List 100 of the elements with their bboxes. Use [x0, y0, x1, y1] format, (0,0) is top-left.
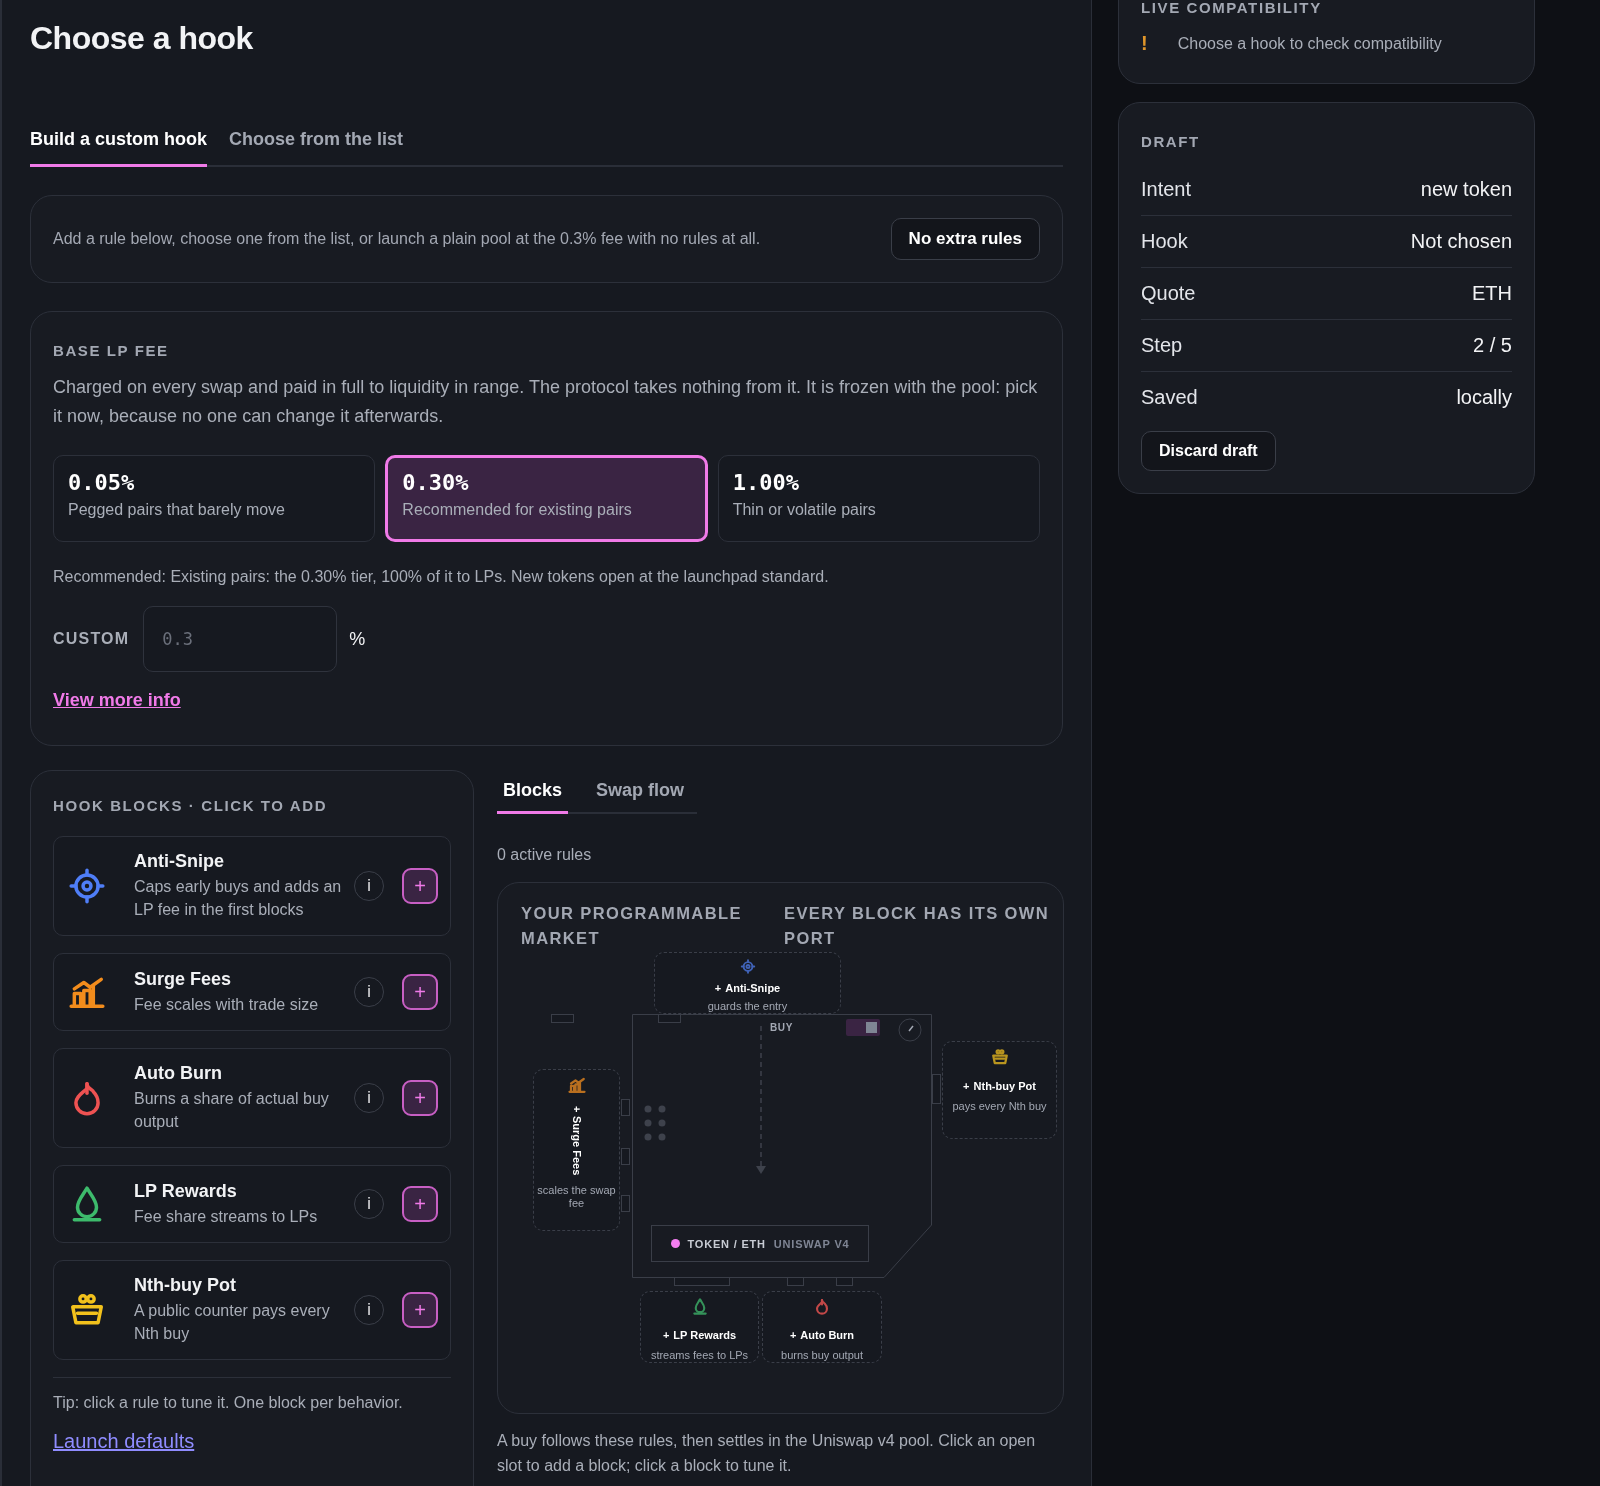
add-button[interactable]: +: [402, 1292, 438, 1328]
custom-label: CUSTOM: [53, 630, 130, 648]
percent-unit: %: [349, 628, 366, 650]
hook-block-card[interactable]: Nth-buy Pot A public counter pays every Nth buy i +: [53, 1260, 451, 1360]
tier-value: 0.30%: [402, 470, 470, 495]
dial-icon: [898, 1018, 922, 1042]
block-title: Auto Burn: [134, 1063, 223, 1084]
tab[interactable]: Blocks: [497, 780, 569, 814]
block-description: Fee share streams to LPs: [134, 1206, 319, 1227]
pool-protocol: UNISWAP V4: [773, 1237, 850, 1250]
slot-title: LP Rewards: [673, 1329, 737, 1341]
plus-sign: +: [714, 982, 722, 994]
tab[interactable]: Build a custom hook: [30, 129, 207, 167]
add-button[interactable]: +: [402, 974, 438, 1010]
port-socket: [836, 1277, 853, 1286]
block-title: LP Rewards: [134, 1180, 238, 1202]
section-heading: LIVE COMPATIBILITY: [1141, 0, 1323, 16]
plus-sign: +: [570, 1106, 583, 1113]
tab[interactable]: Swap flow: [590, 780, 691, 814]
plus-sign: +: [662, 1329, 670, 1341]
custom-fee-field[interactable]: 0.3: [143, 606, 338, 672]
slot-title: Anti-Snipe: [725, 982, 781, 994]
tier-value: 1.00%: [732, 470, 800, 495]
slot-subtitle: guards the entry: [707, 1000, 788, 1013]
hook-block-card[interactable]: Surge Fees Fee scales with trade size i +: [53, 953, 451, 1031]
diagram-caption: A buy follows these rules, then settles in the Uniswap v4 pool. Click an open slot to add a block; click a block to tune it.: [497, 1431, 1037, 1476]
compatibility-message: Choose a hook to check compatibility: [1177, 34, 1442, 53]
diagram-heading: EVERY BLOCK HAS ITS OWN PORT: [784, 903, 1051, 949]
grip-icon: [644, 1105, 668, 1143]
draft-value: Not chosen: [1410, 230, 1512, 253]
slot-title: Surge Fees: [570, 1116, 583, 1176]
launch-defaults-link[interactable]: Launch defaults: [53, 1430, 195, 1453]
discard-draft-button[interactable]: Discard draft: [1141, 431, 1276, 471]
draft-label: Step: [1141, 334, 1183, 357]
diagram-heading: YOUR PROGRAMMABLE MARKET: [521, 903, 743, 949]
port-socket: [932, 1074, 941, 1104]
block-description: A public counter pays every Nth buy: [134, 1301, 331, 1344]
draft-label: Saved: [1141, 386, 1198, 409]
port-socket: [674, 1277, 730, 1286]
plus-sign: +: [789, 1329, 797, 1341]
block-slot[interactable]: + LP Rewards streams fees to LPs: [640, 1291, 759, 1363]
draft-label: Intent: [1141, 178, 1192, 201]
tier-value: 0.05%: [68, 470, 136, 495]
slot-title: Auto Burn: [800, 1329, 855, 1341]
tier-caption: Recommended for existing pairs: [402, 501, 633, 519]
port-socket: [551, 1014, 574, 1023]
draft-label: Hook: [1141, 230, 1188, 253]
toggle-switch[interactable]: [846, 1019, 880, 1036]
draft-label: Quote: [1141, 282, 1196, 305]
block-description: Fee scales with trade size: [134, 994, 320, 1015]
slot-subtitle: burns buy output: [781, 1349, 863, 1362]
block-description: Caps early buys and adds an LP fee in the first blocks: [134, 877, 343, 920]
add-button[interactable]: +: [402, 1080, 438, 1116]
hook-block-card[interactable]: Auto Burn Burns a share of actual buy output i +: [53, 1048, 451, 1148]
slot-subtitle: scales the swap fee: [536, 1183, 617, 1210]
add-button[interactable]: +: [402, 1186, 438, 1222]
draft-value: new token: [1420, 178, 1512, 201]
active-rules-count: 0 active rules: [497, 846, 593, 864]
warning-mark: !: [1141, 32, 1148, 55]
block-slot[interactable]: + Anti-Snipe guards the entry: [654, 952, 841, 1014]
section-heading: HOOK BLOCKS · CLICK TO ADD: [53, 797, 329, 814]
port-socket: [621, 1099, 630, 1116]
add-button[interactable]: +: [402, 868, 438, 904]
hook-block-card[interactable]: LP Rewards Fee share streams to LPs i +: [53, 1165, 451, 1243]
block-title: Anti-Snipe: [134, 851, 225, 872]
tab[interactable]: Choose from the list: [229, 129, 404, 167]
draft-value: ETH: [1472, 282, 1512, 305]
slot-subtitle: streams fees to LPs: [650, 1349, 749, 1362]
slot-subtitle: pays every Nth buy: [952, 1100, 1047, 1113]
port-socket: [621, 1148, 630, 1165]
block-slot[interactable]: + Surge Fees scales the swap fee: [533, 1069, 620, 1231]
recommendation-text: Recommended: Existing pairs: the 0.30% tier, 100% of it to LPs. New tokens open at the launchpad standard.: [53, 568, 830, 586]
block-title: Surge Fees: [134, 968, 233, 990]
section-heading: BASE LP FEE: [53, 342, 170, 359]
block-slot[interactable]: + Nth-buy Pot pays every Nth buy: [942, 1041, 1057, 1139]
tier-caption: Pegged pairs that barely move: [68, 501, 286, 519]
page-title: Choose a hook: [30, 20, 254, 57]
port-socket: [787, 1277, 804, 1286]
tier-caption: Thin or volatile pairs: [732, 501, 877, 519]
pool-pair: TOKEN / ETH: [687, 1237, 766, 1250]
flow-label: BUY: [770, 1022, 793, 1033]
fee-tier-option[interactable]: 0.30% Recommended for existing pairs: [385, 455, 708, 542]
fee-tier-option[interactable]: 1.00% Thin or volatile pairs: [717, 455, 1040, 542]
block-title: Nth-buy Pot: [134, 1275, 237, 1296]
no-extra-rules-button[interactable]: No extra rules: [890, 218, 1040, 260]
view-more-info-link[interactable]: View more info: [53, 690, 181, 711]
slot-title: Nth-buy Pot: [973, 1080, 1036, 1092]
notice-text: Add a rule below, choose one from the list, or launch a plain pool at the 0.3% fee with no rules at all.: [53, 230, 761, 248]
plus-sign: +: [963, 1080, 970, 1092]
port-socket: [658, 1014, 681, 1023]
section-heading: DRAFT: [1141, 133, 1201, 150]
port-socket: [621, 1195, 630, 1212]
fee-description: Charged on every swap and paid in full to liquidity in range. The protocol takes nothing from it. It is frozen with the pool: pick it now, because no one can change it afterwards.: [53, 376, 1039, 428]
tip-text: Tip: click a rule to tune it. One block per behavior.: [53, 1394, 404, 1412]
draft-value: 2 / 5: [1473, 334, 1512, 357]
fee-tier-option[interactable]: 0.05% Pegged pairs that barely move: [53, 455, 376, 542]
draft-value: locally: [1456, 386, 1512, 409]
block-slot[interactable]: + Auto Burn burns buy output: [762, 1291, 882, 1363]
hook-block-card[interactable]: Anti-Snipe Caps early buys and adds an LP fee in the first blocks i +: [53, 836, 451, 936]
block-description: Burns a share of actual buy output: [134, 1089, 330, 1132]
